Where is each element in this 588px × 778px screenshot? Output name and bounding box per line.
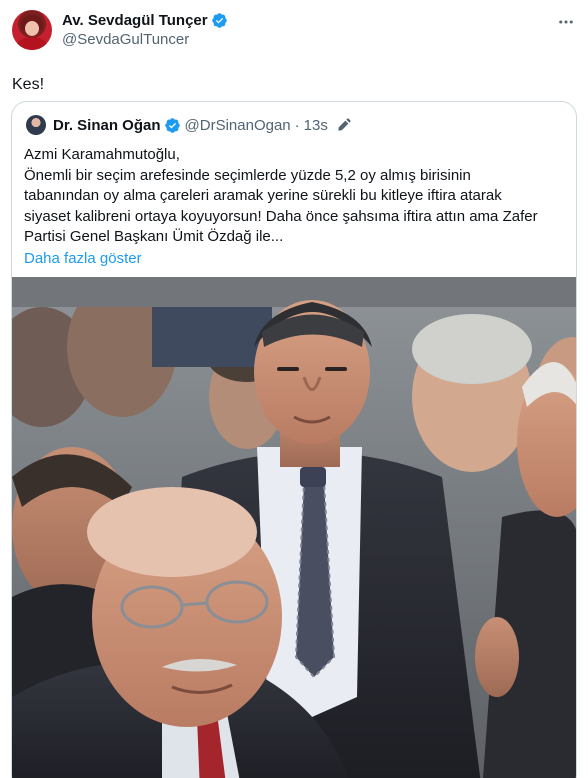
more-options-icon[interactable]: [556, 12, 576, 32]
separator-dot: ·: [294, 116, 300, 134]
tweet-text: Kes!: [12, 76, 45, 93]
verified-badge-icon: [164, 117, 180, 133]
quoted-line: siyaset kalibreni ortaya koyuyorsun! Dah…: [24, 207, 538, 225]
quoted-text: Azmi Karamahmutoğlu, Önemli bir seçim ar…: [24, 145, 562, 248]
author-info: Av. Sevdagül Tunçer @SevdaGulTuncer: [62, 10, 556, 50]
quoted-photo[interactable]: [12, 277, 576, 778]
quoted-line: Partisi Genel Başkanı Ümit Özdağ ile...: [24, 228, 284, 246]
quoted-tweet[interactable]: Dr. Sinan Oğan @DrSinanOgan · 13s Azmi K…: [11, 101, 577, 778]
quoted-author-avatar[interactable]: [26, 115, 46, 135]
author-name-row[interactable]: Av. Sevdagül Tunçer: [62, 10, 556, 30]
quoted-header: Dr. Sinan Oğan @DrSinanOgan · 13s: [26, 115, 576, 135]
quoted-line: Azmi Karamahmutoğlu,: [24, 146, 180, 163]
quoted-timestamp[interactable]: 13s: [304, 117, 328, 134]
tweet-header: Av. Sevdagül Tunçer @SevdaGulTuncer: [12, 10, 576, 54]
quoted-line: Önemli bir seçim arefesinde seçimlerde y…: [24, 166, 471, 184]
pen-icon[interactable]: [336, 117, 352, 133]
verified-badge-icon: [211, 12, 227, 28]
author-name[interactable]: Av. Sevdagül Tunçer: [62, 11, 208, 30]
author-handle[interactable]: @SevdaGulTuncer: [62, 30, 556, 50]
author-avatar[interactable]: [12, 10, 52, 50]
quoted-line: tabanından oy alma çareleri aramak yerin…: [24, 187, 502, 205]
show-more-link[interactable]: Daha fazla göster: [24, 248, 576, 269]
quoted-author-name[interactable]: Dr. Sinan Oğan: [53, 117, 161, 134]
quoted-author-handle[interactable]: @DrSinanOgan: [185, 117, 291, 134]
tweet[interactable]: Av. Sevdagül Tunçer @SevdaGulTuncer Kes!…: [0, 0, 588, 778]
